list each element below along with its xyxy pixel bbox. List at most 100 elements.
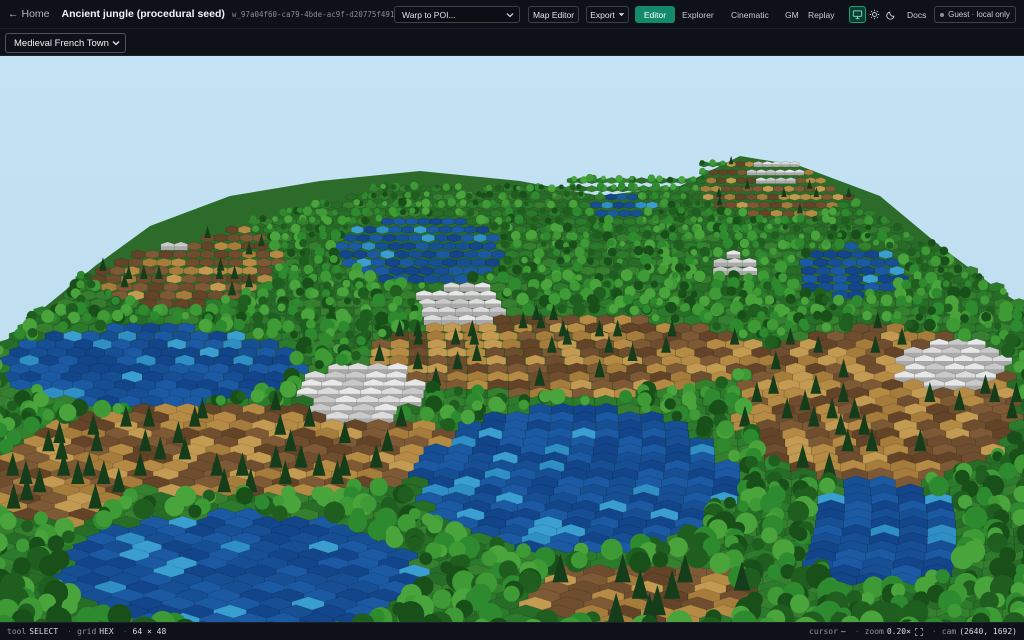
tree-canopy [287,248,296,257]
dirt-hex-tile [747,201,760,210]
monitor-theme-button[interactable] [849,6,866,23]
shallow-hex-tile [380,249,395,260]
map-viewport[interactable] [0,56,1024,622]
hex-terrain-render[interactable] [0,56,1024,622]
sand-hex-tile [706,177,717,185]
water-hex-tile [417,217,431,226]
water-hex-tile [381,217,394,226]
light-theme-button[interactable] [866,6,883,23]
tree-canopy [551,272,562,282]
tree-canopy [129,314,138,323]
tree-canopy [427,518,443,534]
tree-canopy [280,223,287,230]
tree-canopy [503,585,520,602]
water-hex-tile [442,257,457,268]
shallow-hex-tile [361,241,376,251]
water-hex-tile [369,233,384,243]
mode-tab-editor[interactable]: Editor [635,6,675,23]
tree-canopy [608,304,619,314]
dirt-hex-tile [767,193,779,201]
dirt-hex-tile [770,201,782,210]
tree-canopy [512,238,522,248]
moon-icon [886,11,895,20]
water-hex-tile [884,257,900,268]
sand-hex-tile [805,209,818,218]
map-editor-button[interactable]: Map Editor [528,6,579,23]
tree-canopy [699,160,705,165]
mode-tab-cinematic[interactable]: Cinematic [731,6,769,23]
tree-canopy [299,250,306,256]
tree-canopy [557,304,567,314]
mode-tab-replay[interactable]: Replay [808,6,834,23]
dirt-hex-tile [821,193,833,201]
tree-canopy [703,311,713,321]
tree-canopy [361,216,370,225]
dirt-hex-tile [200,249,215,260]
fit-view-icon[interactable] [914,627,923,636]
home-link[interactable]: ← Home [8,8,50,20]
tree-canopy [332,209,338,215]
tree-canopy [644,206,652,214]
tree-canopy [610,544,623,558]
tree-canopy [828,207,837,216]
tree-canopy [490,199,496,205]
tree-canopy [614,278,623,288]
docs-link[interactable]: Docs [907,6,926,23]
tree-canopy [421,198,431,208]
guest-badge[interactable]: Guest · local only [934,6,1016,23]
water-hex-tile [605,193,617,201]
tree-canopy [759,328,769,338]
shallow-hex-tile [889,265,905,276]
tree-canopy [732,216,741,225]
shallow-hex-tile [413,225,427,235]
tree-canopy [930,255,941,267]
tree-canopy [644,263,652,271]
map-editor-label: Map Editor [532,9,575,20]
tree-canopy [864,216,874,226]
tree-canopy [272,216,278,222]
tree-canopy [946,317,961,332]
mode-tab-explorer[interactable]: Explorer [682,6,714,23]
tree-canopy [640,253,652,266]
warp-to-poi-select[interactable]: Warp to POI... [394,6,520,23]
tree-canopy [1010,319,1023,332]
water-hex-tile [623,201,636,210]
tree-canopy [563,246,571,255]
mode-tab-gm[interactable]: GM [785,6,799,23]
tree-canopy [23,416,40,434]
water-hex-tile [449,249,464,260]
tree-canopy [505,207,513,215]
dirt-hex-tile [793,185,805,193]
top-toolbar: ← Home Ancient jungle (procedural seed) … [0,0,1024,29]
tree-canopy [619,241,626,247]
tree-canopy [597,192,603,197]
dark-theme-button[interactable] [883,6,900,23]
tree-canopy [362,192,368,198]
preset-select[interactable]: Medieval French Town [5,33,126,53]
tree-canopy [607,239,615,247]
tree-canopy [694,229,705,240]
grass-hex-tile [431,209,445,218]
tree-canopy [125,295,136,306]
tree-canopy [776,327,786,336]
water-hex-tile [356,233,371,243]
tree-canopy [976,273,983,280]
water-hex-tile [382,233,396,243]
tree-canopy [880,294,893,307]
water-hex-tile [447,233,461,243]
tree-canopy [473,410,484,421]
export-button[interactable]: Export [586,6,629,23]
tree-canopy [663,184,669,191]
tree-canopy [374,208,380,214]
water-hex-tile [338,249,354,260]
tool-key: tool [7,627,27,636]
cursor-key: cursor [809,627,838,636]
tree-canopy [290,330,298,339]
rock-hex-side [781,164,791,167]
tree-canopy [293,298,301,306]
tree-canopy [651,314,660,322]
water-hex-tile [469,241,483,251]
tree-canopy [419,406,435,422]
tree-canopy [629,305,640,316]
tree-canopy [471,400,483,412]
